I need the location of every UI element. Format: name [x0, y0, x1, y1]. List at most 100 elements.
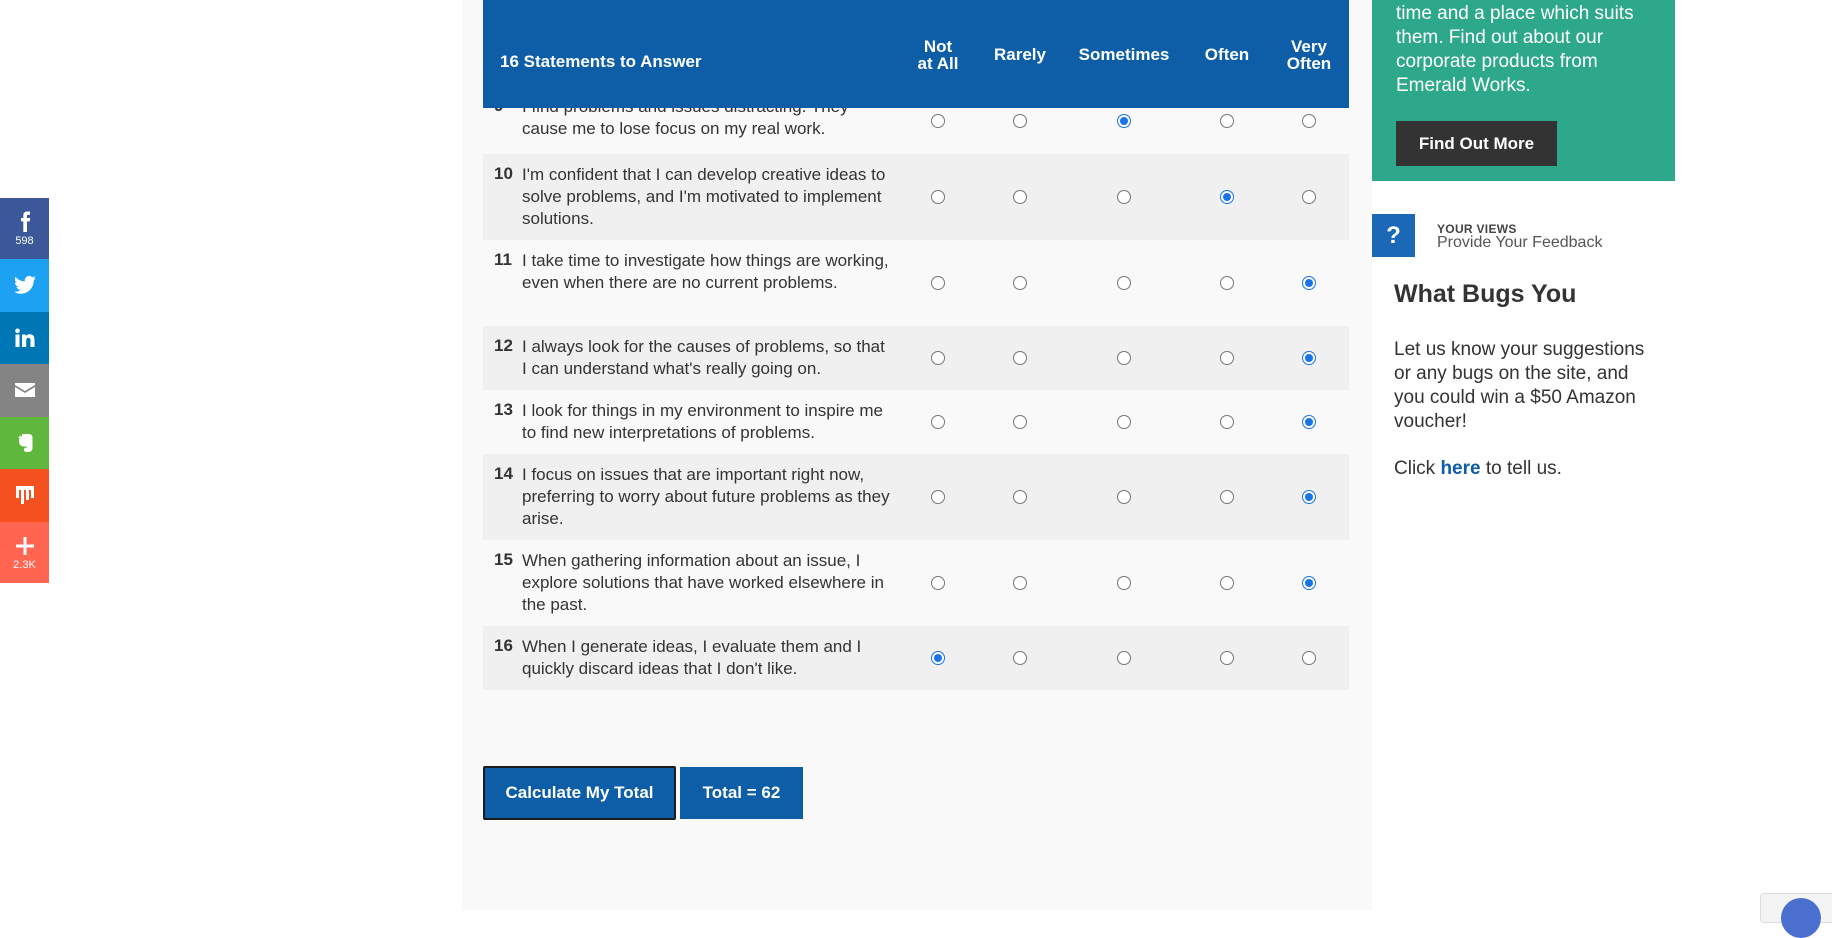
feedback-cta-suffix: to tell us. — [1485, 458, 1562, 479]
answer-radio[interactable] — [1302, 114, 1316, 128]
email-icon — [14, 383, 35, 398]
answer-radio[interactable] — [1117, 114, 1131, 128]
provide-feedback-label: Provide Your Feedback — [1437, 234, 1603, 251]
column-rarely: Rarely — [994, 46, 1046, 63]
question-text: I always look for the causes of problems… — [522, 337, 885, 378]
twitter-icon — [13, 276, 36, 294]
promo-text: time and a place which suits them. Find … — [1396, 3, 1634, 96]
answer-radio[interactable] — [1013, 114, 1027, 128]
quiz-row: 16 When I generate ideas, I evaluate them… — [483, 626, 1349, 690]
answer-radio[interactable] — [1220, 415, 1234, 429]
answer-radio[interactable] — [1302, 490, 1316, 504]
answer-radio[interactable] — [1220, 114, 1234, 128]
mix-share-button[interactable] — [0, 469, 49, 522]
answer-radio[interactable] — [1220, 651, 1234, 665]
answer-radio[interactable] — [1302, 415, 1316, 429]
quiz-table: 16 Statements to Answer Not at All Rarel… — [483, 0, 1349, 690]
answer-radio[interactable] — [1117, 351, 1131, 365]
column-sometimes: Sometimes — [1079, 46, 1170, 63]
evernote-icon — [17, 433, 32, 452]
answer-radio[interactable] — [1117, 576, 1131, 590]
quiz-row: 11 I take time to investigate how things … — [483, 240, 1349, 326]
find-out-more-button[interactable]: Find Out More — [1396, 121, 1557, 166]
column-label: Rarely — [994, 45, 1046, 64]
corporate-promo: time and a place which suits them. Find … — [1372, 0, 1675, 181]
question-icon: ? — [1372, 214, 1415, 257]
quiz-row: 14 I focus on issues that are important r… — [483, 454, 1349, 540]
question-text: I focus on issues that are important rig… — [522, 465, 890, 528]
answer-radio[interactable] — [1117, 276, 1131, 290]
answer-radio[interactable] — [1117, 651, 1131, 665]
twitter-share-button[interactable] — [0, 259, 49, 312]
question-text: I take time to investigate how things ar… — [522, 251, 889, 292]
answer-radio[interactable] — [931, 351, 945, 365]
answer-radio[interactable] — [1117, 490, 1131, 504]
answer-radio[interactable] — [931, 651, 945, 665]
answer-radio[interactable] — [931, 276, 945, 290]
answer-radio[interactable] — [1220, 351, 1234, 365]
linkedin-share-button[interactable] — [0, 311, 49, 364]
facebook-icon — [20, 211, 30, 232]
question-text: I find problems and issues distracting. … — [522, 108, 849, 138]
answer-radio[interactable] — [1220, 490, 1234, 504]
facebook-share-button[interactable]: 598 — [0, 198, 49, 259]
quiz-row: 10 I'm confident that I can develop creat… — [483, 154, 1349, 240]
answer-radio[interactable] — [1013, 415, 1027, 429]
answer-radio[interactable] — [931, 415, 945, 429]
question-number: 13 — [494, 400, 513, 419]
feedback-cta: Click here to tell us. — [1394, 458, 1562, 480]
answer-radio[interactable] — [931, 190, 945, 204]
email-share-button[interactable] — [0, 364, 49, 417]
total-display: Total = 62 — [680, 767, 803, 819]
question-number: 14 — [494, 464, 513, 483]
answer-radio[interactable] — [1013, 190, 1027, 204]
column-not-at-all: Not at All — [918, 38, 959, 72]
mix-icon — [15, 486, 34, 505]
answer-radio[interactable] — [1013, 651, 1027, 665]
answer-radio[interactable] — [1013, 576, 1027, 590]
answer-radio[interactable] — [1302, 576, 1316, 590]
column-label: Sometimes — [1078, 45, 1170, 64]
calculate-total-button[interactable]: Calculate My Total — [483, 766, 676, 820]
answer-radio[interactable] — [1013, 276, 1027, 290]
answer-radio[interactable] — [1302, 651, 1316, 665]
column-label: at All — [917, 54, 959, 73]
question-text: When I generate ideas, I evaluate them a… — [522, 637, 862, 678]
question-number: 16 — [494, 636, 513, 655]
answer-radio[interactable] — [931, 490, 945, 504]
quiz-row: 12 I always look for the causes of proble… — [483, 326, 1349, 390]
answer-radio[interactable] — [1302, 276, 1316, 290]
question-number: 9 — [494, 108, 503, 116]
answer-radio[interactable] — [931, 576, 945, 590]
what-bugs-you-body: Let us know your suggestions or any bugs… — [1394, 339, 1645, 432]
column-very-often: Very Often — [1287, 38, 1331, 72]
column-label: Very — [1291, 37, 1327, 56]
evernote-share-button[interactable] — [0, 416, 49, 469]
column-label: Often — [1286, 54, 1332, 73]
question-number: 11 — [494, 250, 512, 269]
more-share-button[interactable]: 2.3K — [0, 521, 49, 583]
question-number: 15 — [494, 550, 513, 569]
answer-radio[interactable] — [1117, 190, 1131, 204]
recaptcha-badge[interactable] — [1760, 893, 1832, 938]
answer-radio[interactable] — [1302, 190, 1316, 204]
answer-radio[interactable] — [931, 114, 945, 128]
answer-radio[interactable] — [1220, 190, 1234, 204]
plus-icon — [15, 536, 34, 555]
answer-radio[interactable] — [1013, 351, 1027, 365]
answer-radio[interactable] — [1302, 351, 1316, 365]
answer-radio[interactable] — [1117, 415, 1131, 429]
quiz-header: 16 Statements to Answer Not at All Rarel… — [483, 0, 1349, 108]
column-label: Often — [1204, 45, 1250, 64]
what-bugs-you-title: What Bugs You — [1394, 280, 1577, 308]
column-label: Not — [923, 37, 953, 56]
feedback-here-link[interactable]: here — [1440, 458, 1480, 479]
question-text: When gathering information about an issu… — [522, 551, 884, 614]
answer-radio[interactable] — [1013, 490, 1027, 504]
feedback-cta-prefix: Click — [1394, 458, 1436, 479]
question-number: 12 — [494, 336, 513, 355]
more-share-count: 2.3K — [13, 558, 36, 571]
answer-radio[interactable] — [1220, 576, 1234, 590]
question-text: I look for things in my environment to i… — [522, 401, 883, 442]
answer-radio[interactable] — [1220, 276, 1234, 290]
